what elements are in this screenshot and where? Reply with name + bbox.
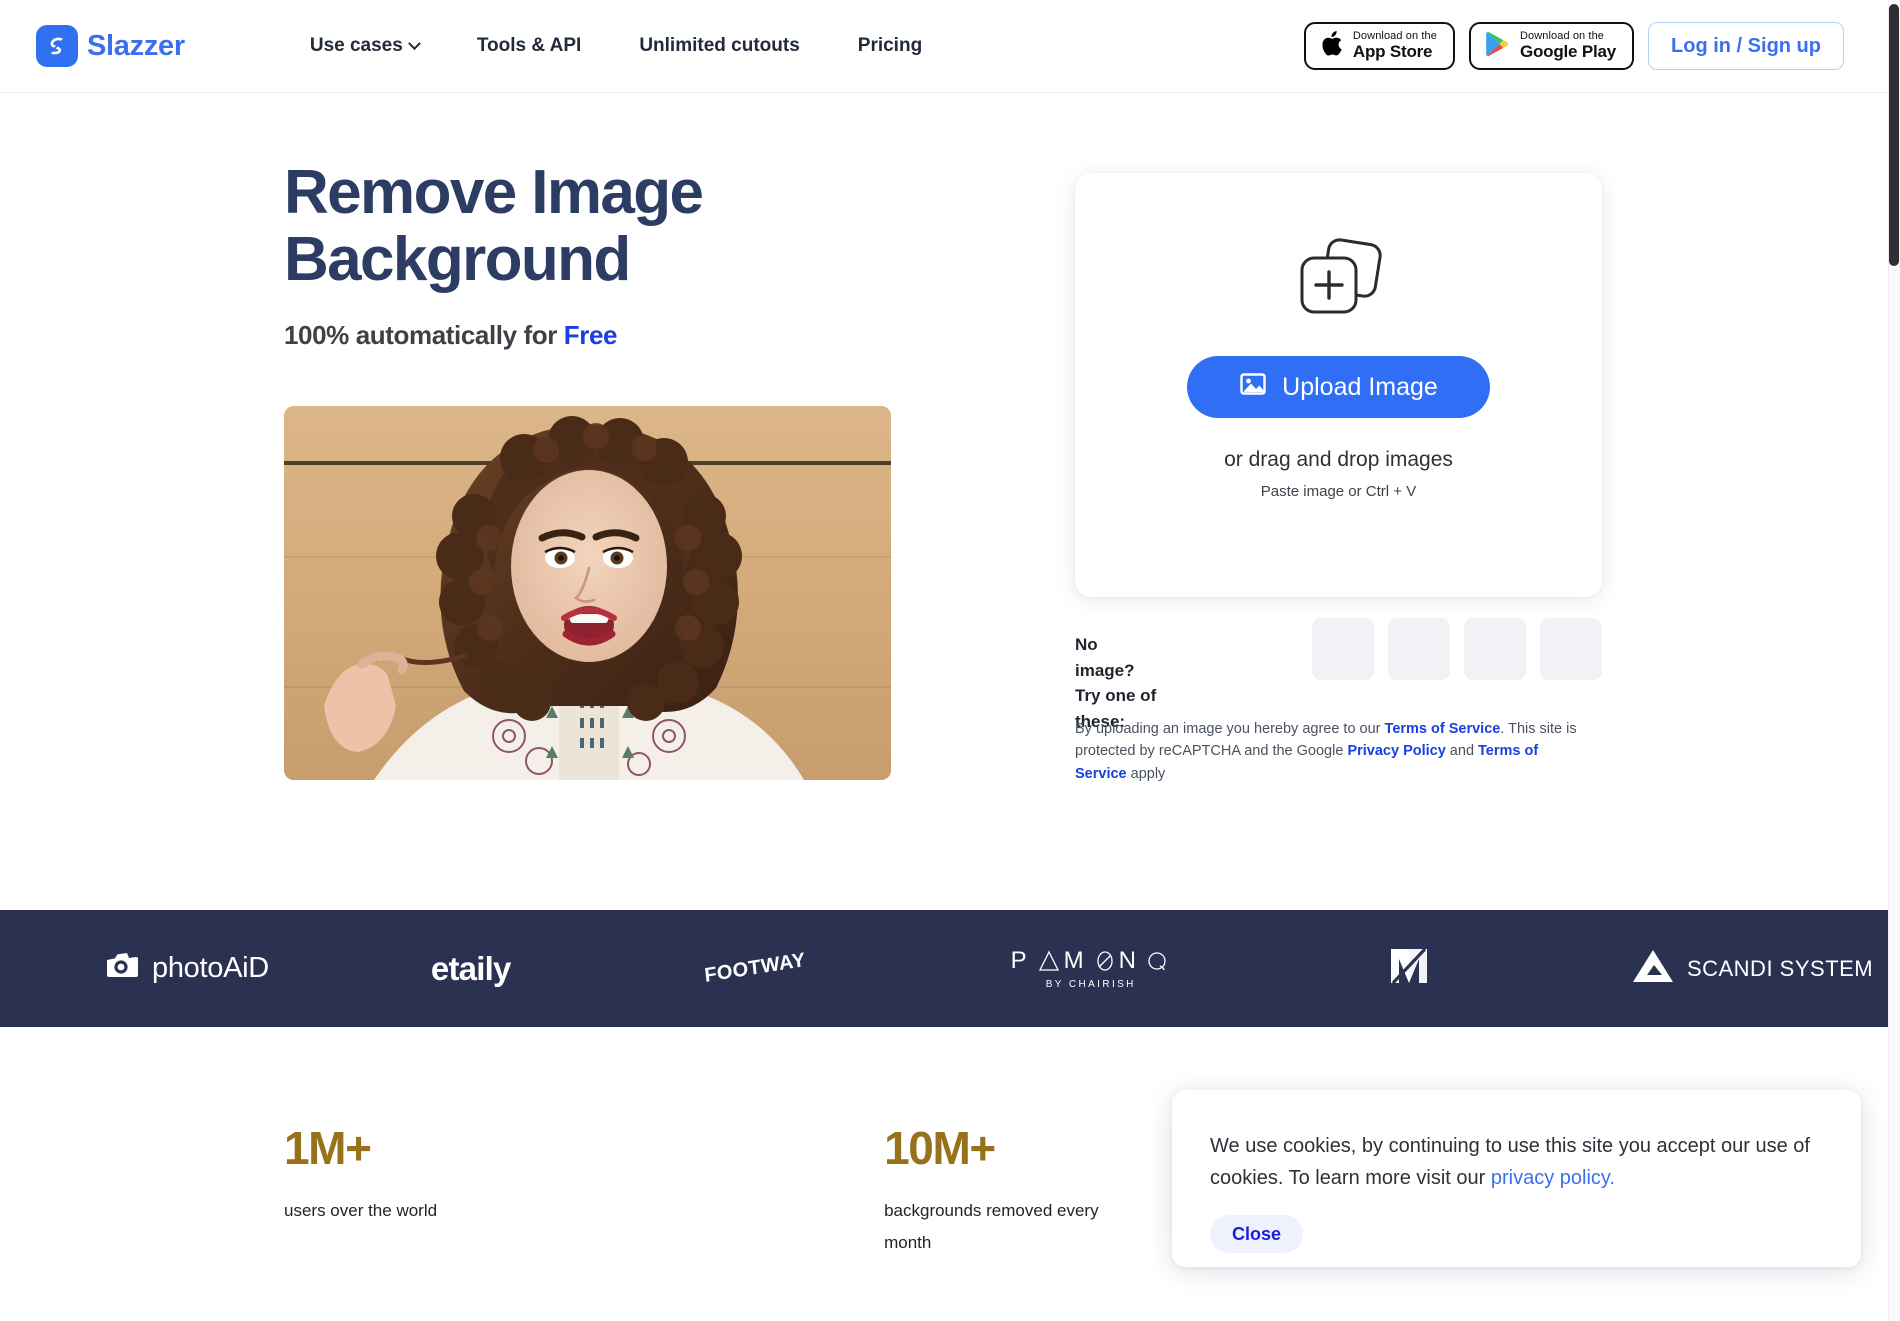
monogram-icon <box>1386 943 1432 994</box>
brand-logo-scandi-system: SCANDI SYSTEM <box>1632 948 1873 989</box>
nav-item-unlimited-cutouts[interactable]: Unlimited cutouts <box>610 35 828 57</box>
hero-text-block: Remove Image Background 100% automatical… <box>284 158 924 351</box>
hero-title-line-2: Background <box>284 224 631 294</box>
upload-dropzone-card[interactable]: Upload Image or drag and drop images Pas… <box>1075 173 1602 597</box>
sample-thumbnail-4[interactable] <box>1540 618 1602 680</box>
google-play-button[interactable]: Download on the Google Play <box>1468 22 1635 70</box>
brand-logo-monogram <box>1386 943 1432 994</box>
triangle-icon <box>1632 948 1674 989</box>
brand-name-photoaid: photoAiD <box>152 952 269 984</box>
camera-icon <box>105 952 139 985</box>
stat-backgrounds: 10M+ backgrounds removed every month <box>884 1125 1114 1260</box>
google-play-icon <box>1484 30 1510 63</box>
sample-images-section: No image? Try one of these: <box>1075 618 1602 734</box>
stat-backgrounds-number: 10M+ <box>884 1122 996 1174</box>
sample-label-line-1: No image? <box>1075 635 1135 680</box>
stat-backgrounds-label: backgrounds removed every month <box>884 1201 1099 1253</box>
google-play-small-label: Download on the <box>1519 29 1605 42</box>
woman-with-curly-hair-photo <box>284 406 891 780</box>
hero-photo <box>284 406 891 780</box>
legal-disclaimer: By uploading an image you hereby agree t… <box>1075 718 1591 785</box>
legal-text-part-3: and <box>1445 743 1479 760</box>
sample-thumbnail-3[interactable] <box>1464 618 1526 680</box>
hero-subtitle: 100% automatically for Free <box>284 320 924 351</box>
sample-thumbnail-list <box>1312 618 1602 680</box>
privacy-policy-link[interactable]: Privacy Policy <box>1347 743 1445 759</box>
drag-drop-text: or drag and drop images <box>1224 448 1453 471</box>
hero-title-line-1: Remove Image <box>284 158 704 227</box>
sample-images-label: No image? Try one of these: <box>1075 618 1160 734</box>
brand-sub-pamono: BY CHAIRISH <box>1045 979 1136 990</box>
stat-users: 1M+ users over the world <box>284 1125 437 1260</box>
header-actions: Download on the App Store Download on th… <box>1303 22 1844 70</box>
cookie-message: We use cookies, by continuing to use thi… <box>1210 1130 1823 1194</box>
apple-icon <box>1319 30 1343 63</box>
main-nav: Use cases Tools & API Unlimited cutouts … <box>281 35 951 57</box>
sample-thumbnail-1[interactable] <box>1312 618 1374 680</box>
brand-logo-etaily: etaily <box>430 949 511 987</box>
stat-users-number: 1M+ <box>284 1122 372 1174</box>
hero-subtitle-highlight: Free <box>563 319 618 350</box>
brand-name-scandi-system: SCANDI SYSTEM <box>1686 955 1874 981</box>
page-title: Remove Image Background <box>284 158 924 294</box>
customer-logos-bar: photoAiD etaily FOOTWAY P M N BY CHAIRIS… <box>0 910 1888 1027</box>
brand-logo-pamono: P M N BY CHAIRISH <box>1011 947 1171 990</box>
page-root: Slazzer Use cases Tools & API Unlimited … <box>0 0 1900 1321</box>
cookie-privacy-policy-link[interactable]: privacy policy. <box>1491 1167 1615 1189</box>
cookie-close-button[interactable]: Close <box>1210 1215 1304 1253</box>
hero-subtitle-prefix: 100% automatically for <box>284 319 564 350</box>
slazzer-logo-icon <box>36 25 78 67</box>
nav-label-pricing: Pricing <box>857 35 923 56</box>
brand-name-pamono: P M N <box>1011 947 1171 975</box>
brand-logo-photoaid: photoAiD <box>105 952 269 985</box>
brand-logo-footway: FOOTWAY <box>703 949 806 987</box>
nav-item-use-cases[interactable]: Use cases <box>281 35 448 57</box>
image-icon <box>1239 370 1267 405</box>
app-store-large-label: App Store <box>1352 41 1433 61</box>
upload-image-label: Upload Image <box>1282 372 1438 401</box>
brand-logo-text: Slazzer <box>87 29 185 62</box>
vertical-scrollbar-thumb[interactable] <box>1889 4 1899 266</box>
paste-hint-text: Paste image or Ctrl + V <box>1260 483 1417 500</box>
nav-item-pricing[interactable]: Pricing <box>829 35 951 57</box>
site-header: Slazzer Use cases Tools & API Unlimited … <box>0 0 1888 93</box>
brand-logo[interactable]: Slazzer <box>36 25 185 67</box>
google-play-labels: Download on the Google Play <box>1519 29 1617 61</box>
chevron-down-icon <box>407 36 421 50</box>
cookie-consent-banner: We use cookies, by continuing to use thi… <box>1172 1090 1861 1267</box>
legal-text-part-4: apply <box>1126 765 1166 782</box>
nav-label-use-cases: Use cases <box>309 35 403 56</box>
sample-thumbnail-2[interactable] <box>1388 618 1450 680</box>
app-store-small-label: Download on the <box>1352 29 1437 42</box>
stats-section: 1M+ users over the world 10M+ background… <box>284 1125 1114 1260</box>
app-store-button[interactable]: Download on the App Store <box>1303 22 1455 70</box>
legal-text-part-1: By uploading an image you hereby agree t… <box>1075 721 1385 737</box>
stat-users-label: users over the world <box>284 1201 438 1220</box>
terms-of-service-link-1[interactable]: Terms of Service <box>1385 721 1501 737</box>
upload-image-button[interactable]: Upload Image <box>1187 356 1490 418</box>
nav-label-tools-api: Tools & API <box>476 35 582 56</box>
login-signup-button[interactable]: Log in / Sign up <box>1648 22 1844 70</box>
app-store-labels: Download on the App Store <box>1352 29 1437 61</box>
brand-name-footway: FOOTWAY <box>702 949 807 987</box>
nav-label-unlimited-cutouts: Unlimited cutouts <box>639 35 800 56</box>
add-images-icon <box>1284 236 1394 316</box>
vertical-scrollbar-track[interactable] <box>1888 0 1900 1321</box>
google-play-large-label: Google Play <box>1519 41 1617 61</box>
nav-item-tools-api[interactable]: Tools & API <box>448 35 611 57</box>
